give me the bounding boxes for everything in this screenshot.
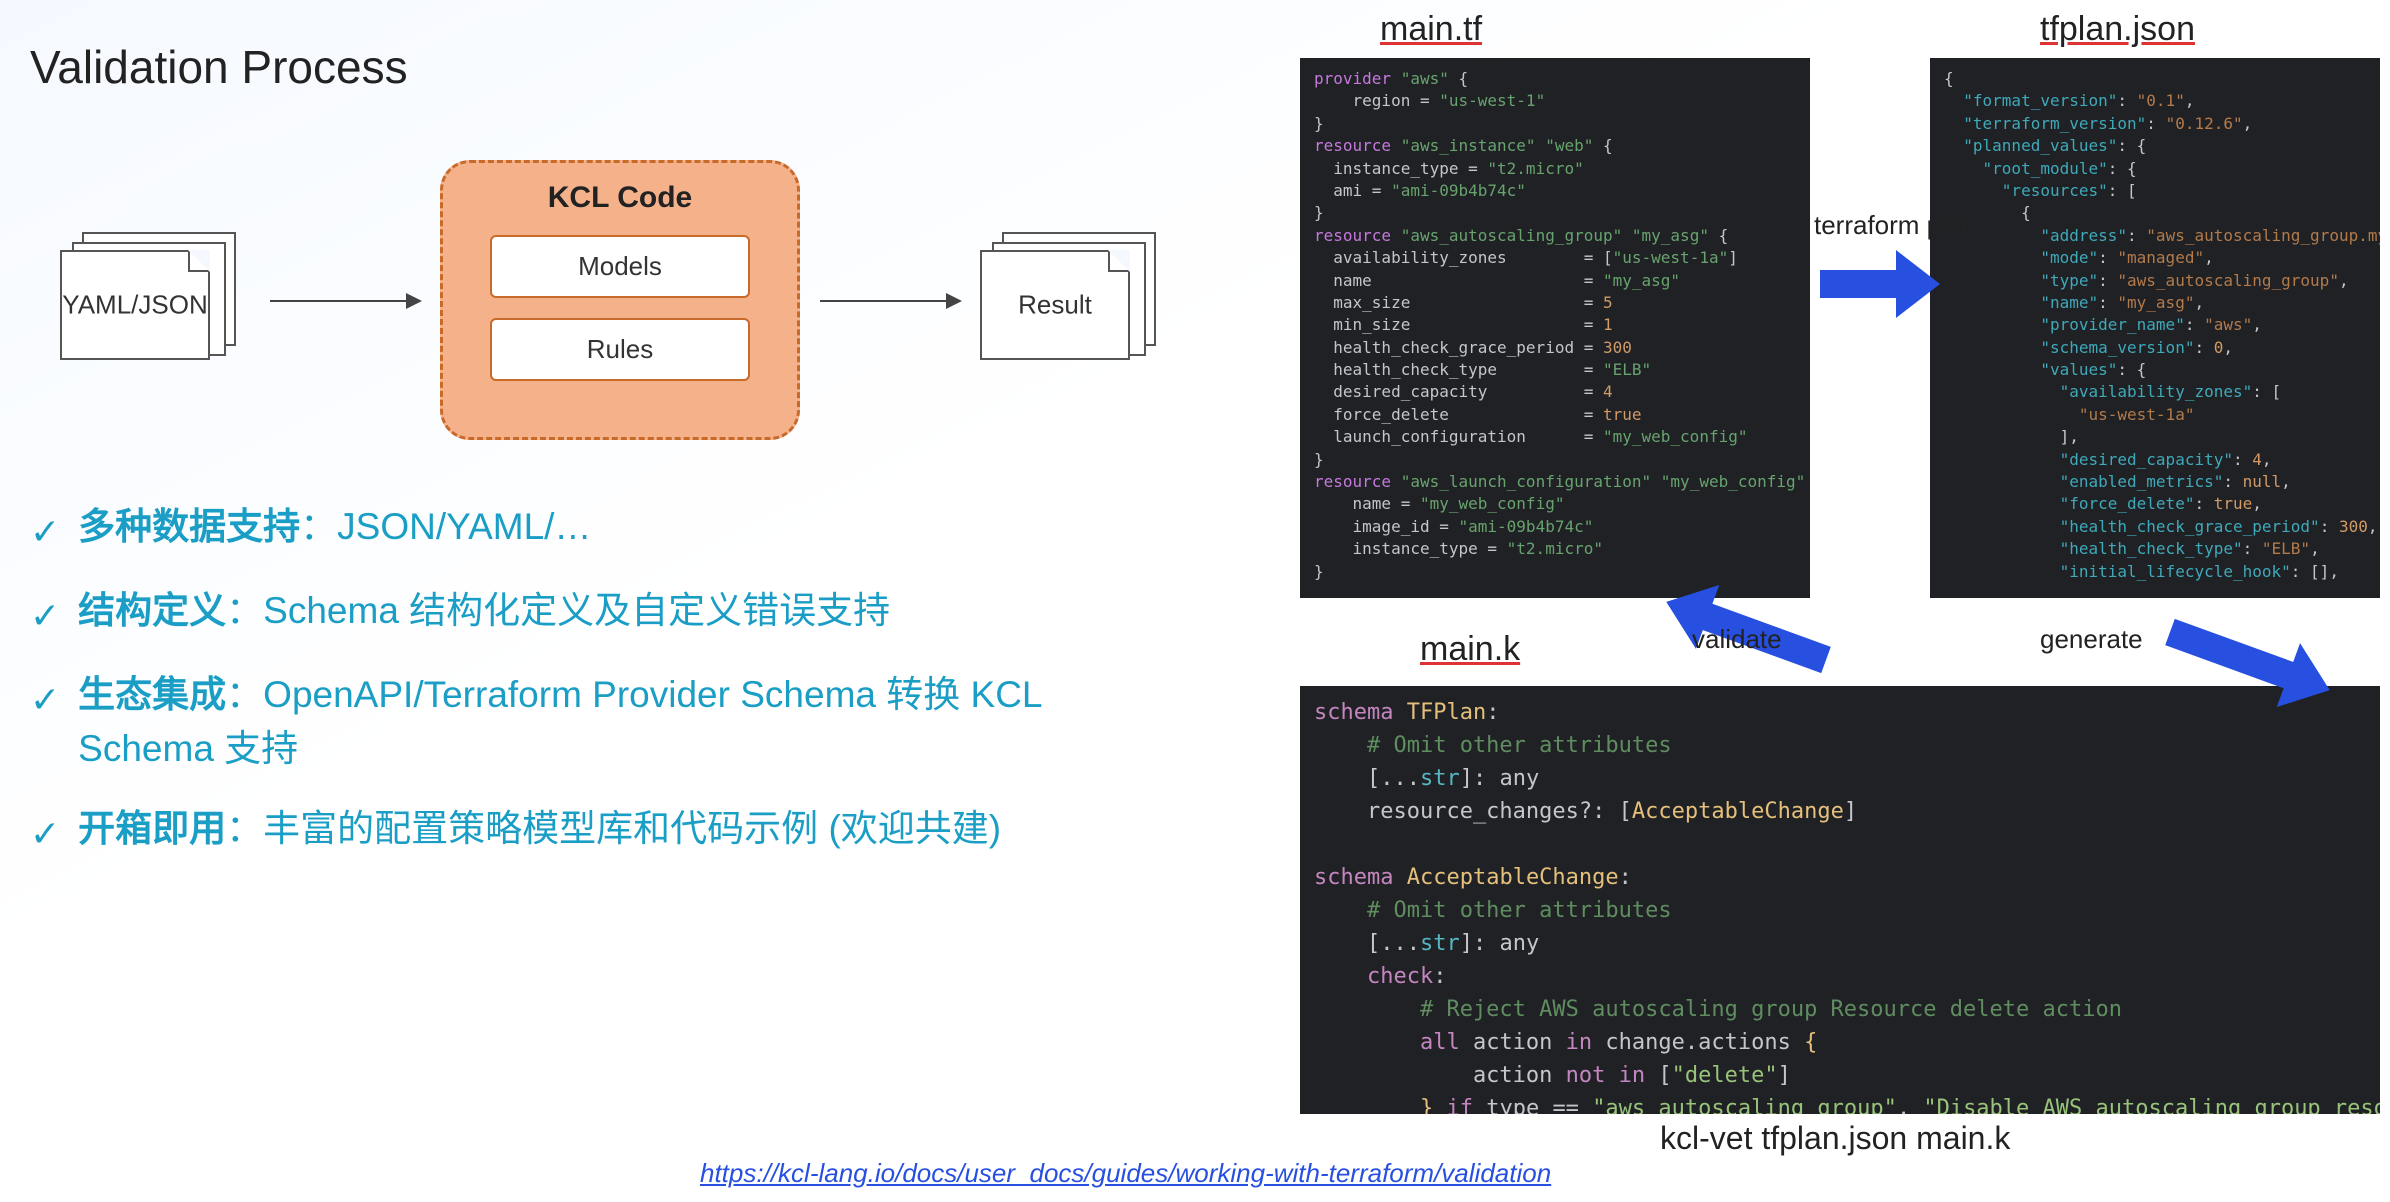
yaml-json-label: YAML/JSON <box>62 290 207 321</box>
check-icon: ✓ <box>30 674 60 726</box>
bullet-text: 开箱即用：丰富的配置策略模型库和代码示例 (欢迎共建) <box>78 802 1001 856</box>
maintf-label: main.tf <box>1380 10 1482 49</box>
kcl-box-title: KCL Code <box>443 181 797 215</box>
bullet-item: ✓ 结构定义：Schema 结构化定义及自定义错误支持 <box>30 584 1110 642</box>
bullet-text: 多种数据支持：JSON/YAML/… <box>78 500 591 554</box>
bullet-item: ✓ 生态集成：OpenAPI/Terraform Provider Schema … <box>30 668 1110 775</box>
bullet-text: 结构定义：Schema 结构化定义及自定义错误支持 <box>78 584 890 638</box>
arrow-yaml-to-kcl <box>270 300 420 302</box>
bottom-command: kcl-vet tfplan.json main.k <box>1660 1120 2010 1157</box>
check-icon: ✓ <box>30 590 60 642</box>
bullet-list: ✓ 多种数据支持：JSON/YAML/… ✓ 结构定义：Schema 结构化定义及自定… <box>30 500 1110 886</box>
validation-diagram: YAML/JSON KCL Code Models Rules Result <box>60 140 1140 460</box>
yaml-json-stack: YAML/JSON <box>60 250 210 360</box>
generate-label: generate <box>2040 624 2143 655</box>
rules-box: Rules <box>490 318 750 381</box>
bullet-item: ✓ 多种数据支持：JSON/YAML/… <box>30 500 1110 558</box>
check-icon: ✓ <box>30 506 60 558</box>
page-title: Validation Process <box>30 40 408 94</box>
arrow-terraform-plan <box>1820 270 1900 298</box>
validate-label: validate <box>1692 624 1782 655</box>
maintf-code: provider "aws" { region = "us-west-1"}re… <box>1300 58 1810 598</box>
bullet-text: 生态集成：OpenAPI/Terraform Provider Schema 转… <box>78 668 1110 775</box>
arrow-generate <box>2165 619 2297 690</box>
maink-code: schema TFPlan: # Omit other attributes [… <box>1300 686 2380 1114</box>
terraform-plan-label: terraform plan <box>1814 210 1976 241</box>
check-icon: ✓ <box>30 808 60 860</box>
tfplan-label: tfplan.json <box>2040 10 2195 49</box>
result-label: Result <box>1018 290 1092 321</box>
bullet-item: ✓ 开箱即用：丰富的配置策略模型库和代码示例 (欢迎共建) <box>30 802 1110 860</box>
kcl-code-box: KCL Code Models Rules <box>440 160 800 440</box>
maink-label: main.k <box>1420 630 1520 669</box>
footer-link[interactable]: https://kcl-lang.io/docs/user_docs/guide… <box>700 1158 1551 1189</box>
models-box: Models <box>490 235 750 298</box>
result-stack: Result <box>980 250 1130 360</box>
tfplan-code: { "format_version": "0.1", "terraform_ve… <box>1930 58 2380 598</box>
arrow-kcl-to-result <box>820 300 960 302</box>
